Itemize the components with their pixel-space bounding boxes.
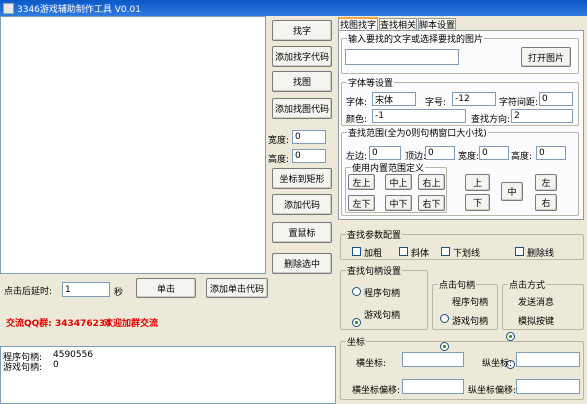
send-message-label: 发送消息 xyxy=(518,298,555,308)
x-coord-label: 横坐标: xyxy=(356,359,387,369)
delay-unit: 秒 xyxy=(114,288,124,298)
height-label: 高度: xyxy=(268,155,290,165)
italic-checkbox[interactable] xyxy=(399,247,408,256)
click-program-handle-label: 程序句柄 xyxy=(452,298,489,308)
delay-label: 点击后延时: xyxy=(4,287,53,297)
size-input[interactable]: -12 xyxy=(452,92,496,106)
simulate-keys-label: 模拟按键 xyxy=(518,317,555,327)
code-editor[interactable] xyxy=(0,16,266,274)
range-width-input[interactable]: 0 xyxy=(479,146,509,160)
color-label: 颜色: xyxy=(346,115,368,125)
title-bar: 3346游戏辅助制作工具 V0.01 xyxy=(0,0,587,16)
strikethrough-checkbox[interactable] xyxy=(515,247,524,256)
up-button[interactable]: 上 xyxy=(465,174,490,191)
find-game-handle-radio[interactable] xyxy=(352,318,361,327)
find-handle-group-label: 查找句柄设置 xyxy=(346,264,403,277)
app-icon xyxy=(3,2,14,14)
find-image-button[interactable]: 找图 xyxy=(272,71,332,92)
y-coord-input[interactable] xyxy=(516,352,580,367)
range-top-input[interactable]: 0 xyxy=(425,146,455,160)
click-button[interactable]: 单击 xyxy=(136,278,196,298)
font-label: 字体: xyxy=(346,98,368,108)
tab-search-related[interactable]: 查找相关 xyxy=(379,18,417,31)
direction-label: 查找方向: xyxy=(471,115,511,125)
open-image-button[interactable]: 打开图片 xyxy=(521,47,571,67)
y-offset-label: 纵坐标偏移: xyxy=(468,386,517,396)
add-click-code-button[interactable]: 添加单击代码 xyxy=(206,278,268,298)
tab-script-settings[interactable]: 脚本设置 xyxy=(418,18,456,31)
game-handle-value: 0 xyxy=(53,360,59,370)
add-find-text-code-button[interactable]: 添加找字代码 xyxy=(272,46,332,67)
top-right-button[interactable]: 右上 xyxy=(418,174,445,190)
find-text-button[interactable]: 找字 xyxy=(272,20,332,41)
range-height-label: 高度: xyxy=(511,152,533,162)
y-coord-label: 纵坐标: xyxy=(482,359,513,369)
size-label: 字号: xyxy=(425,98,447,108)
tab-panel: 输入要找的文字或选择要找的图片 打开图片 字体等设置 字体: 宋体 字号: -1… xyxy=(338,30,584,220)
find-program-handle-label: 程序句柄 xyxy=(364,289,401,299)
delete-selected-button[interactable]: 删除选中 xyxy=(272,253,332,274)
search-input-group-label: 输入要找的文字或选择要找的图片 xyxy=(347,32,485,45)
click-mode-group-label: 点击方式 xyxy=(508,278,547,291)
find-game-handle-label: 游戏句柄 xyxy=(364,311,401,321)
click-program-handle-radio[interactable] xyxy=(440,314,449,323)
direction-input[interactable]: 2 xyxy=(511,109,573,123)
bold-label: 加粗 xyxy=(364,249,383,259)
color-input[interactable]: -1 xyxy=(372,109,466,123)
range-width-label: 宽度: xyxy=(458,152,480,162)
spacing-input[interactable]: 0 xyxy=(539,92,573,106)
strikethrough-label: 删除线 xyxy=(527,249,555,259)
height-input[interactable]: 0 xyxy=(292,149,326,163)
x-offset-label: 横坐标偏移: xyxy=(352,386,401,396)
delay-input[interactable]: 1 xyxy=(62,282,110,297)
send-message-radio[interactable] xyxy=(506,332,515,341)
set-mouse-button[interactable]: 置鼠标 xyxy=(272,222,332,243)
tab-find-image-text[interactable]: 找图找字 xyxy=(338,17,378,31)
right-button[interactable]: 右 xyxy=(535,194,557,211)
bottom-left-button[interactable]: 左下 xyxy=(348,195,375,211)
find-program-handle-radio[interactable] xyxy=(352,287,361,296)
coords-group-label: 坐标 xyxy=(346,335,367,348)
click-game-handle-label: 游戏句柄 xyxy=(452,317,489,327)
bold-checkbox[interactable] xyxy=(352,247,361,256)
width-label: 宽度: xyxy=(268,136,290,146)
range-left-input[interactable]: 0 xyxy=(369,146,401,160)
spacing-label: 字符间距: xyxy=(499,98,539,108)
program-handle-value: 4590556 xyxy=(53,350,94,360)
x-coord-input[interactable] xyxy=(402,352,464,367)
builtin-range-label: 使用内置范围定义 xyxy=(351,161,426,174)
search-text-input[interactable] xyxy=(345,49,459,65)
handles-panel: 程序句柄: 4590556 游戏句柄: 0 xyxy=(0,346,336,404)
center-button[interactable]: 中 xyxy=(501,182,523,201)
qq-group-text: 交流QQ群: 343476234 xyxy=(6,319,112,329)
welcome-text: 欢迎加群交流 xyxy=(104,319,159,329)
add-find-image-code-button[interactable]: 添加找图代码 xyxy=(272,98,332,119)
range-height-input[interactable]: 0 xyxy=(536,146,566,160)
x-offset-input[interactable] xyxy=(402,379,464,394)
search-range-group-label: 查找范围(全为0则句柄窗口大小找) xyxy=(347,126,488,139)
click-handle-group-label: 点击句柄 xyxy=(438,278,477,291)
underline-checkbox[interactable] xyxy=(441,247,450,256)
left-button[interactable]: 左 xyxy=(535,174,557,191)
add-code-button[interactable]: 添加代码 xyxy=(272,194,332,215)
find-params-group-label: 查找参数配置 xyxy=(346,228,403,241)
coord-to-rect-button[interactable]: 坐标到矩形 xyxy=(272,168,332,189)
top-left-button[interactable]: 左上 xyxy=(348,174,375,190)
middle-bottom-button[interactable]: 中下 xyxy=(385,195,412,211)
middle-top-button[interactable]: 中上 xyxy=(385,174,412,190)
game-handle-label: 游戏句柄: xyxy=(3,363,43,373)
window-title: 3346游戏辅助制作工具 V0.01 xyxy=(17,4,141,15)
font-input[interactable]: 宋体 xyxy=(372,92,416,106)
width-input[interactable]: 0 xyxy=(292,130,326,144)
bottom-right-button[interactable]: 右下 xyxy=(418,195,445,211)
underline-label: 下划线 xyxy=(453,249,481,259)
y-offset-input[interactable] xyxy=(516,379,580,394)
font-settings-group-label: 字体等设置 xyxy=(347,76,395,89)
down-button[interactable]: 下 xyxy=(465,194,490,211)
italic-label: 斜体 xyxy=(411,249,430,259)
